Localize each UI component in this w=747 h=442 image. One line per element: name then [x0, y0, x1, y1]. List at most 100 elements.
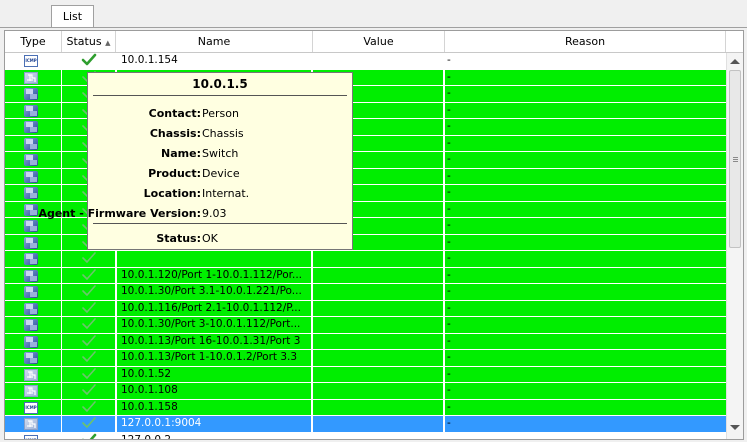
tooltip-field-key: Name:	[161, 147, 201, 160]
reason-cell: -	[445, 168, 726, 184]
table-row[interactable]: -	[5, 251, 726, 268]
column-header-status[interactable]: Status ▲	[62, 31, 116, 52]
thumb-grip	[733, 159, 738, 160]
device-icon	[24, 220, 38, 232]
device-icon	[24, 187, 38, 199]
device-icon	[24, 319, 38, 331]
name-cell: 10.0.1.13/Port 16-10.0.1.31/Port 3	[116, 333, 312, 349]
table-header: Type Status ▲ Name Value Reason	[5, 31, 743, 53]
type-cell	[5, 366, 61, 382]
device-icon	[24, 335, 38, 348]
tooltip-field-row: Chassis: Chassis	[88, 125, 350, 142]
device-icon	[24, 88, 38, 100]
type-cell	[5, 416, 61, 432]
tooltip-title: 10.0.1.5	[192, 77, 248, 91]
status-ok-check-icon	[82, 400, 96, 412]
reason-cell: -	[445, 69, 726, 85]
status-cell	[62, 333, 115, 349]
name-cell: 127.0.0.2	[116, 432, 312, 439]
tooltip-field-value: Internat.	[202, 187, 250, 200]
tooltip-field-row: Location: Internat.	[88, 185, 350, 202]
reason-cell: -	[445, 102, 726, 118]
status-cell	[62, 267, 115, 283]
name-cell: 10.0.1.30/Port 3.1-10.0.1.221/Po...	[116, 284, 312, 300]
device-icon	[24, 236, 38, 249]
device-icon	[24, 121, 38, 133]
type-cell	[5, 267, 61, 283]
table-row[interactable]: 10.0.1.30/Port 3.1-10.0.1.221/Po... -	[5, 284, 726, 301]
table-row[interactable]: 10.0.1.116/Port 2.1-10.0.1.112/P... -	[5, 300, 726, 317]
type-cell	[5, 185, 61, 201]
vertical-scrollbar[interactable]	[726, 53, 743, 439]
type-cell	[5, 350, 61, 366]
name-cell: 127.0.0.1:9004	[116, 416, 312, 432]
device-icon	[24, 253, 38, 265]
reason-cell: -	[445, 333, 726, 349]
value-cell	[313, 432, 444, 439]
table-row[interactable]: 10.0.1.13/Port 1-10.0.1.2/Port 3.3 -	[5, 350, 726, 367]
reason-cell: -	[445, 135, 726, 151]
table-row[interactable]: 10.0.1.13/Port 16-10.0.1.31/Port 3 -	[5, 333, 726, 350]
table-row[interactable]: 10.0.1.52 -	[5, 366, 726, 383]
table-row[interactable]: ICMP 10.0.1.154 -	[5, 53, 726, 70]
scroll-up-arrow-icon[interactable]	[730, 59, 740, 64]
reason-cell: -	[445, 416, 726, 432]
status-cell	[62, 433, 115, 439]
status-cell	[62, 317, 115, 333]
reason-cell: -	[445, 383, 726, 399]
reason-cell: -	[445, 86, 726, 102]
type-cell	[5, 333, 61, 349]
column-header-type[interactable]: Type	[5, 31, 62, 52]
device-icon	[24, 104, 38, 117]
table-row[interactable]: ICMP 127.0.0.2 -	[5, 432, 726, 439]
tab-list[interactable]: List	[51, 5, 94, 28]
name-cell: 10.0.1.116/Port 2.1-10.0.1.112/P...	[116, 300, 312, 316]
device-icon	[24, 137, 38, 150]
switch-icon	[24, 385, 38, 397]
tooltip-field-key: Chassis:	[149, 127, 201, 140]
table-row[interactable]: ICMP 10.0.1.158 -	[5, 399, 726, 416]
table-row[interactable]: 127.0.0.1:9004 -	[5, 416, 726, 433]
type-cell	[5, 135, 61, 151]
type-cell	[5, 300, 61, 316]
scrollbar-thumb[interactable]	[729, 70, 741, 248]
name-cell	[116, 251, 312, 267]
column-header-name[interactable]: Name	[116, 31, 313, 52]
column-header-value[interactable]: Value	[313, 31, 445, 52]
status-cell	[62, 350, 115, 366]
status-ok-check-icon	[82, 334, 96, 346]
icmp-icon: ICMP	[24, 55, 38, 67]
tooltip-field-value: Switch	[202, 147, 239, 160]
status-ok-check-icon	[82, 301, 96, 313]
table-row[interactable]: 10.0.1.108 -	[5, 383, 726, 400]
tooltip-field-value: Person	[202, 107, 239, 120]
status-cell	[62, 284, 115, 300]
value-cell	[313, 416, 444, 432]
scroll-down-arrow-icon[interactable]	[730, 425, 740, 430]
sort-ascending-icon: ▲	[105, 39, 111, 47]
name-cell: 10.0.1.120/Port 1-10.0.1.112/Por...	[116, 267, 312, 283]
type-cell	[5, 168, 61, 184]
status-ok-check-icon	[82, 384, 96, 395]
tooltip-status-key: Status:	[156, 232, 201, 245]
tooltip-status-row: Status: OK	[88, 230, 350, 247]
type-cell	[5, 102, 61, 118]
device-icon	[24, 154, 38, 166]
table-row[interactable]: 10.0.1.30/Port 3-10.0.1.112/Port... -	[5, 317, 726, 334]
type-cell	[5, 119, 61, 135]
type-cell	[5, 317, 61, 333]
table-row[interactable]: 10.0.1.120/Port 1-10.0.1.112/Por... -	[5, 267, 726, 284]
status-ok-check-icon	[82, 268, 96, 280]
column-header-status-label: Status	[66, 35, 102, 48]
column-header-reason[interactable]: Reason	[445, 31, 726, 52]
value-cell	[313, 350, 444, 366]
status-cell	[62, 399, 115, 415]
type-cell	[5, 152, 61, 168]
tooltip-field-value: Chassis	[202, 127, 244, 140]
name-cell: 10.0.1.154	[116, 53, 312, 69]
switch-icon	[24, 71, 38, 84]
type-cell: ICMP	[5, 399, 61, 415]
value-cell	[313, 383, 444, 399]
reason-cell: -	[445, 399, 726, 415]
tooltip-field-value: 9.03	[202, 207, 227, 220]
